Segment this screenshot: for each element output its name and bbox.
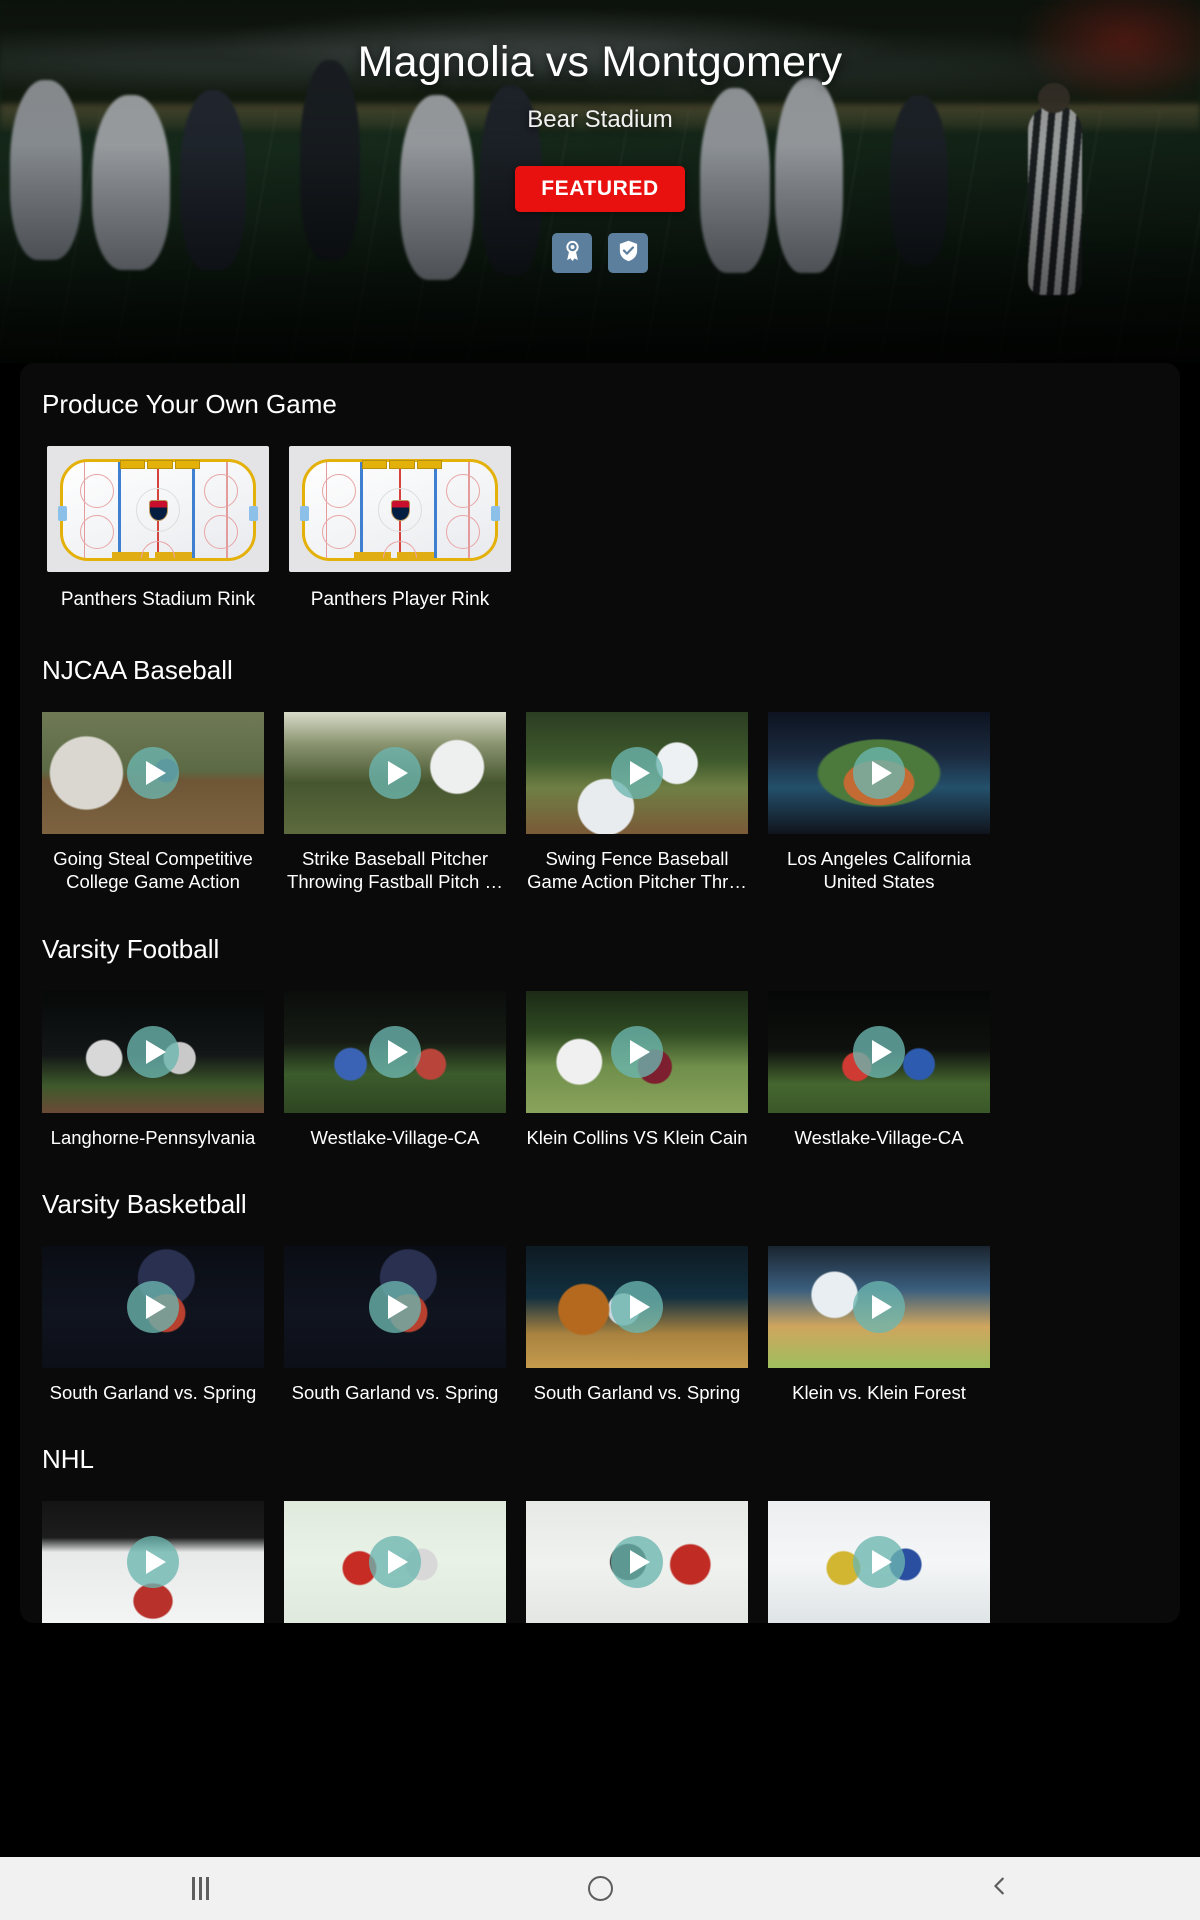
video-title: Westlake-Village-CA (310, 1126, 480, 1148)
badge-row (552, 233, 648, 274)
video-title: Swing Fence Baseball Game Action Pitcher… (527, 848, 747, 893)
android-navigation-bar (0, 1857, 1200, 1920)
video-title: Langhorne-Pennsylvania (50, 1126, 256, 1148)
video-card[interactable]: South Garland vs. Spring (42, 1245, 264, 1404)
back-chevron-icon (989, 1873, 1011, 1904)
play-icon[interactable] (611, 1536, 663, 1589)
section-title: Varsity Football (42, 933, 220, 964)
video-title: Strike Baseball Pitcher Throwing Fastbal… (287, 848, 503, 893)
section-varsity-basketball: Varsity Basketball South Garland vs. Spr… (20, 1189, 1180, 1404)
video-thumbnail[interactable] (284, 1501, 506, 1624)
video-card[interactable]: South Garland vs. Spring (284, 1245, 506, 1404)
video-card[interactable]: Going Steal Competitive College Game Act… (42, 712, 264, 894)
video-card[interactable]: Klein vs. Klein Forest (768, 1245, 990, 1404)
video-card[interactable]: Langhorne-Pennsylvania (42, 990, 264, 1149)
play-icon[interactable] (127, 1025, 179, 1078)
rink-thumbnail[interactable] (289, 446, 511, 572)
section-njcaa-baseball: NJCAA Baseball Going Steal Competitive C… (20, 655, 1180, 894)
section-nhl: NHL (20, 1444, 1180, 1624)
video-thumbnail[interactable] (284, 990, 506, 1113)
video-card[interactable] (526, 1501, 748, 1624)
video-thumbnail[interactable] (42, 990, 264, 1113)
play-icon[interactable] (127, 1536, 179, 1589)
video-thumbnail[interactable] (42, 1501, 264, 1624)
video-thumbnail[interactable] (768, 990, 990, 1113)
play-icon[interactable] (853, 1025, 905, 1078)
home-icon (587, 1876, 613, 1901)
play-icon[interactable] (369, 1536, 421, 1589)
video-title: Going Steal Competitive College Game Act… (53, 848, 253, 893)
video-thumbnail[interactable] (526, 1501, 748, 1624)
video-thumbnail[interactable] (768, 1245, 990, 1368)
video-title: South Garland vs. Spring (533, 1381, 741, 1403)
play-icon[interactable] (611, 747, 663, 799)
video-title: Westlake-Village-CA (794, 1126, 964, 1148)
rink-thumbnail[interactable] (47, 446, 269, 572)
play-icon[interactable] (127, 1280, 179, 1333)
main-content-card: Produce Your Own Game Panthers Stadium R… (20, 363, 1180, 1624)
produce-card-label: Panthers Player Rink (310, 589, 490, 610)
award-badge-button[interactable] (552, 233, 592, 274)
video-card[interactable]: Westlake-Village-CA (284, 990, 506, 1149)
venue-name: Bear Stadium (527, 106, 673, 134)
video-thumbnail[interactable] (284, 1245, 506, 1368)
play-icon[interactable] (369, 747, 421, 799)
home-button[interactable] (400, 1857, 800, 1920)
produce-row: Panthers Stadium Rink Panthers Player Ri… (20, 446, 1180, 611)
page-title: Magnolia vs Montgomery (357, 38, 843, 86)
video-row[interactable]: Going Steal Competitive College Game Act… (20, 712, 1180, 894)
verified-badge-button[interactable] (608, 233, 648, 274)
recent-apps-button[interactable] (0, 1857, 400, 1920)
video-card[interactable]: Swing Fence Baseball Game Action Pitcher… (526, 712, 748, 894)
featured-badge: FEATURED (515, 166, 685, 213)
recent-apps-icon (191, 1877, 209, 1900)
play-icon[interactable] (611, 1025, 663, 1078)
video-title: South Garland vs. Spring (49, 1381, 257, 1403)
video-thumbnail[interactable] (526, 990, 748, 1113)
video-thumbnail[interactable] (768, 712, 990, 834)
video-card[interactable]: South Garland vs. Spring (526, 1245, 748, 1404)
back-button[interactable] (800, 1857, 1200, 1920)
video-card[interactable]: Klein Collins VS Klein Cain (526, 990, 748, 1149)
video-title: Los Angeles California United States (786, 848, 972, 893)
play-icon[interactable] (369, 1280, 421, 1333)
section-title: NJCAA Baseball (42, 655, 233, 685)
video-title: South Garland vs. Spring (291, 1381, 499, 1403)
play-icon[interactable] (369, 1025, 421, 1078)
play-icon[interactable] (853, 747, 905, 799)
play-icon[interactable] (853, 1536, 905, 1589)
video-card[interactable]: Westlake-Village-CA (768, 990, 990, 1149)
play-icon[interactable] (127, 747, 179, 799)
video-row[interactable]: South Garland vs. Spring South Garland v… (20, 1245, 1180, 1404)
video-card[interactable]: Strike Baseball Pitcher Throwing Fastbal… (284, 712, 506, 894)
section-produce-your-own-game: Produce Your Own Game Panthers Stadium R… (20, 389, 1180, 611)
section-varsity-football: Varsity Football Langhorne-Pennsylvania … (20, 934, 1180, 1149)
play-icon[interactable] (853, 1280, 905, 1333)
award-ribbon-icon (561, 239, 584, 267)
video-thumbnail[interactable] (526, 712, 748, 834)
produce-card[interactable]: Panthers Stadium Rink (47, 446, 269, 611)
video-card[interactable]: Los Angeles California United States (768, 712, 990, 894)
shield-check-icon (617, 239, 640, 267)
produce-card-label: Panthers Stadium Rink (60, 589, 256, 610)
video-thumbnail[interactable] (284, 712, 506, 834)
play-icon[interactable] (611, 1280, 663, 1333)
video-card[interactable] (42, 1501, 264, 1624)
video-thumbnail[interactable] (768, 1501, 990, 1624)
video-title: Klein vs. Klein Forest (792, 1381, 966, 1403)
video-card[interactable] (284, 1501, 506, 1624)
section-title: NHL (42, 1444, 95, 1475)
video-thumbnail[interactable] (526, 1245, 748, 1368)
video-row[interactable]: Langhorne-Pennsylvania Westlake-Village-… (20, 990, 1180, 1149)
hero-banner[interactable]: Magnolia vs Montgomery Bear Stadium FEAT… (0, 0, 1200, 363)
video-row[interactable] (20, 1501, 1180, 1624)
section-title: Produce Your Own Game (42, 389, 337, 419)
video-title: Klein Collins VS Klein Cain (526, 1126, 748, 1148)
video-thumbnail[interactable] (42, 712, 264, 834)
video-thumbnail[interactable] (42, 1245, 264, 1368)
produce-card[interactable]: Panthers Player Rink (289, 446, 511, 611)
video-card[interactable] (768, 1501, 990, 1624)
section-title: Varsity Basketball (42, 1188, 247, 1219)
